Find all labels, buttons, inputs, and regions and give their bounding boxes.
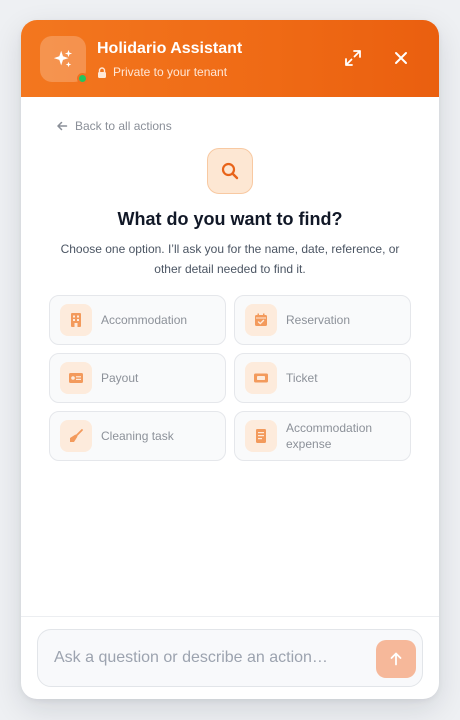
arrow-left-icon xyxy=(57,121,68,131)
page-heading: What do you want to find? xyxy=(117,209,343,229)
option-label: Accommodation xyxy=(101,313,188,327)
message-input[interactable] xyxy=(54,630,354,686)
page-description: Choose one option. I’ll ask you for the … xyxy=(60,242,400,276)
assistant-subtitle: Private to your tenant xyxy=(97,65,227,79)
receipt-icon xyxy=(245,420,277,452)
composer-divider xyxy=(21,616,439,617)
assistant-title: Holidario Assistant xyxy=(97,40,243,57)
option-accommodation[interactable]: Accommodation xyxy=(49,295,226,345)
sparkles-icon xyxy=(53,49,73,68)
building-icon xyxy=(60,304,92,336)
assistant-header: Holidario Assistant Private to your tena… xyxy=(21,20,439,97)
expand-icon xyxy=(345,50,361,66)
assistant-avatar xyxy=(40,36,88,84)
arrow-up-icon xyxy=(390,652,402,666)
option-grid: Accommodation Reservation Payout Ticket … xyxy=(49,295,411,461)
close-icon xyxy=(395,52,407,64)
search-badge xyxy=(207,148,253,194)
option-label: Accommodation expense xyxy=(286,421,373,451)
back-to-actions-link[interactable]: Back to all actions xyxy=(56,119,172,133)
send-button[interactable] xyxy=(376,640,416,678)
option-label: Ticket xyxy=(286,371,318,385)
expand-button[interactable] xyxy=(341,46,365,70)
option-label: Cleaning task xyxy=(101,429,174,443)
option-label: Reservation xyxy=(286,313,351,327)
composer xyxy=(37,629,423,687)
id-card-icon xyxy=(60,362,92,394)
calendar-check-icon xyxy=(245,304,277,336)
subtitle-text: Private to your tenant xyxy=(113,65,228,79)
option-cleaning-task[interactable]: Cleaning task xyxy=(49,411,226,461)
option-accommodation-expense[interactable]: Accommodation expense xyxy=(234,411,411,461)
search-icon xyxy=(221,162,239,180)
back-link-label: Back to all actions xyxy=(75,119,172,133)
online-status-dot xyxy=(77,73,88,84)
broom-icon xyxy=(60,420,92,452)
close-button[interactable] xyxy=(389,46,413,70)
option-label: Payout xyxy=(101,371,139,385)
option-ticket[interactable]: Ticket xyxy=(234,353,411,403)
option-payout[interactable]: Payout xyxy=(49,353,226,403)
lock-icon xyxy=(98,66,106,78)
ticket-icon xyxy=(245,362,277,394)
assistant-panel: Holidario Assistant Private to your tena… xyxy=(21,20,439,699)
option-reservation[interactable]: Reservation xyxy=(234,295,411,345)
